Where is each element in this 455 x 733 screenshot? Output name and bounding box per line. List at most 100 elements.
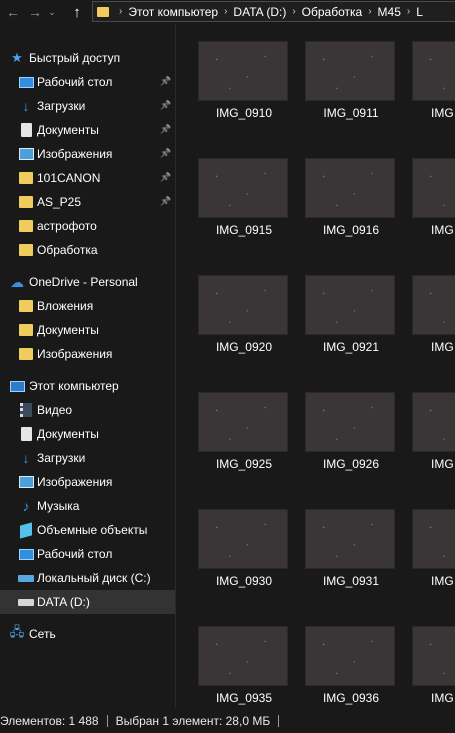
image-thumbnail: [198, 509, 288, 569]
file-item[interactable]: IMG_0931: [303, 492, 399, 592]
file-name: IMG: [431, 691, 454, 705]
status-divider: [278, 714, 280, 727]
file-item[interactable]: IMG_0936: [303, 609, 399, 708]
sidebar-item[interactable]: ↓ Загрузки 📌: [0, 94, 175, 118]
download-icon: ↓: [22, 450, 30, 466]
sidebar-item[interactable]: Изображения: [0, 470, 175, 494]
sidebar-item[interactable]: ↓ Загрузки: [0, 446, 175, 470]
folder-icon: [18, 298, 34, 314]
file-item[interactable]: IMG_0926: [303, 375, 399, 475]
video-icon: [18, 402, 34, 418]
sidebar-item[interactable]: астрофото: [0, 214, 175, 238]
sidebar-item[interactable]: Документы: [0, 422, 175, 446]
sidebar-item-label: Загрузки: [37, 99, 86, 113]
image-thumbnail: [412, 275, 455, 335]
sidebar-item-label: Быстрый доступ: [29, 51, 121, 65]
image-thumbnail: [412, 392, 455, 452]
breadcrumb-l[interactable]: L: [416, 5, 423, 19]
file-item[interactable]: IMG: [410, 492, 455, 592]
image-thumbnail: [305, 509, 395, 569]
file-item[interactable]: IMG_0916: [303, 141, 399, 241]
pin-icon: 📌: [160, 76, 172, 86]
file-item[interactable]: IMG_0935: [196, 609, 292, 708]
status-divider: [106, 714, 108, 727]
breadcrumb-separator-icon[interactable]: ›: [119, 6, 122, 17]
file-item[interactable]: IMG: [410, 24, 455, 124]
desktop-icon: [18, 546, 34, 562]
breadcrumb-this-pc[interactable]: Этот компьютер: [128, 5, 218, 19]
drive-icon: [18, 594, 34, 610]
file-item[interactable]: IMG: [410, 375, 455, 475]
image-thumbnail: [305, 392, 395, 452]
recent-locations-button[interactable]: ⌄: [45, 0, 59, 24]
sidebar-item[interactable]: Рабочий стол: [0, 542, 175, 566]
sidebar-item[interactable]: Объемные объекты: [0, 518, 175, 542]
sidebar-item[interactable]: Изображения: [0, 342, 175, 366]
sidebar-item-label: Объемные объекты: [37, 523, 148, 537]
breadcrumb-drive-d[interactable]: DATA (D:): [233, 5, 286, 19]
file-name: IMG_0915: [215, 223, 273, 237]
file-item[interactable]: IMG: [410, 609, 455, 708]
sidebar-item-label: Локальный диск (C:): [37, 571, 151, 585]
sidebar-item[interactable]: Изображения 📌: [0, 142, 175, 166]
sidebar-item[interactable]: 101CANON 📌: [0, 166, 175, 190]
breadcrumb-separator-icon[interactable]: ›: [292, 6, 295, 17]
sidebar-item[interactable]: Этот компьютер: [0, 374, 175, 398]
sidebar-item[interactable]: Обработка: [0, 238, 175, 262]
sidebar-item[interactable]: Рабочий стол 📌: [0, 70, 175, 94]
sidebar-item[interactable]: ★ Быстрый доступ: [0, 46, 175, 70]
file-item[interactable]: IMG_0925: [196, 375, 292, 475]
arrow-right-icon: →: [28, 4, 42, 20]
image-thumbnail: [412, 41, 455, 101]
address-bar[interactable]: › Этот компьютер › DATA (D:) › Обработка…: [92, 1, 455, 22]
sidebar-item[interactable]: Видео: [0, 398, 175, 422]
up-button[interactable]: ↑: [66, 0, 88, 24]
file-item[interactable]: IMG_0910: [196, 24, 292, 124]
breadcrumb-obrabotka[interactable]: Обработка: [302, 5, 363, 19]
sidebar-item[interactable]: Документы 📌: [0, 118, 175, 142]
back-button[interactable]: ←: [2, 0, 24, 24]
file-item[interactable]: IMG_0911: [303, 24, 399, 124]
pin-icon: 📌: [160, 124, 172, 134]
file-item[interactable]: IMG_0921: [303, 258, 399, 358]
breadcrumb-m45[interactable]: M45: [378, 5, 401, 19]
file-item[interactable]: IMG: [410, 258, 455, 358]
folder-icon: [18, 322, 34, 338]
pin-icon: 📌: [160, 100, 172, 110]
sidebar-item-label: Документы: [37, 123, 99, 137]
star-icon: ★: [11, 50, 23, 65]
sidebar-item[interactable]: Локальный диск (C:): [0, 566, 175, 590]
sidebar-item[interactable]: AS_P25 📌: [0, 190, 175, 214]
selection-info: Выбран 1 элемент: 28,0 МБ: [115, 713, 271, 728]
file-item[interactable]: IMG: [410, 141, 455, 241]
status-bar: Элементов: 1 488 Выбран 1 элемент: 28,0 …: [0, 708, 455, 733]
sidebar-item-label: Рабочий стол: [37, 547, 113, 561]
sidebar-item[interactable]: Документы: [0, 318, 175, 342]
image-thumbnail: [412, 509, 455, 569]
breadcrumb-separator-icon[interactable]: ›: [368, 6, 371, 17]
sidebar-item[interactable]: ☁ OneDrive - Personal: [0, 270, 175, 294]
sidebar-item-label: Изображения: [37, 475, 113, 489]
file-item[interactable]: IMG_0915: [196, 141, 292, 241]
sidebar-item[interactable]: 🖧 Сеть: [0, 622, 175, 646]
file-name: IMG_0930: [215, 574, 273, 588]
breadcrumb-separator-icon[interactable]: ›: [224, 6, 227, 17]
file-name: IMG: [431, 340, 454, 354]
forward-button[interactable]: →: [24, 0, 46, 24]
sidebar-item[interactable]: Вложения: [0, 294, 175, 318]
documents-icon: [18, 122, 34, 138]
sidebar-item[interactable]: DATA (D:): [0, 590, 175, 614]
sidebar-item-label: Загрузки: [37, 451, 86, 465]
sidebar-item[interactable]: ♪ Музыка: [0, 494, 175, 518]
breadcrumb-separator-icon[interactable]: ›: [407, 6, 410, 17]
pin-icon: 📌: [160, 148, 172, 158]
file-item[interactable]: IMG_0930: [196, 492, 292, 592]
navigation-pane: ★ Быстрый доступ Рабочий стол 📌 ↓ Загрузки 📌 До…: [0, 40, 175, 708]
folder-icon: [18, 170, 34, 186]
sidebar-item-label: Этот компьютер: [29, 379, 119, 393]
music-icon: ♪: [22, 498, 30, 514]
items-count: Элементов: 1 488: [0, 713, 99, 728]
file-name: IMG_0936: [322, 691, 380, 705]
folder-icon: [97, 6, 109, 17]
file-item[interactable]: IMG_0920: [196, 258, 292, 358]
